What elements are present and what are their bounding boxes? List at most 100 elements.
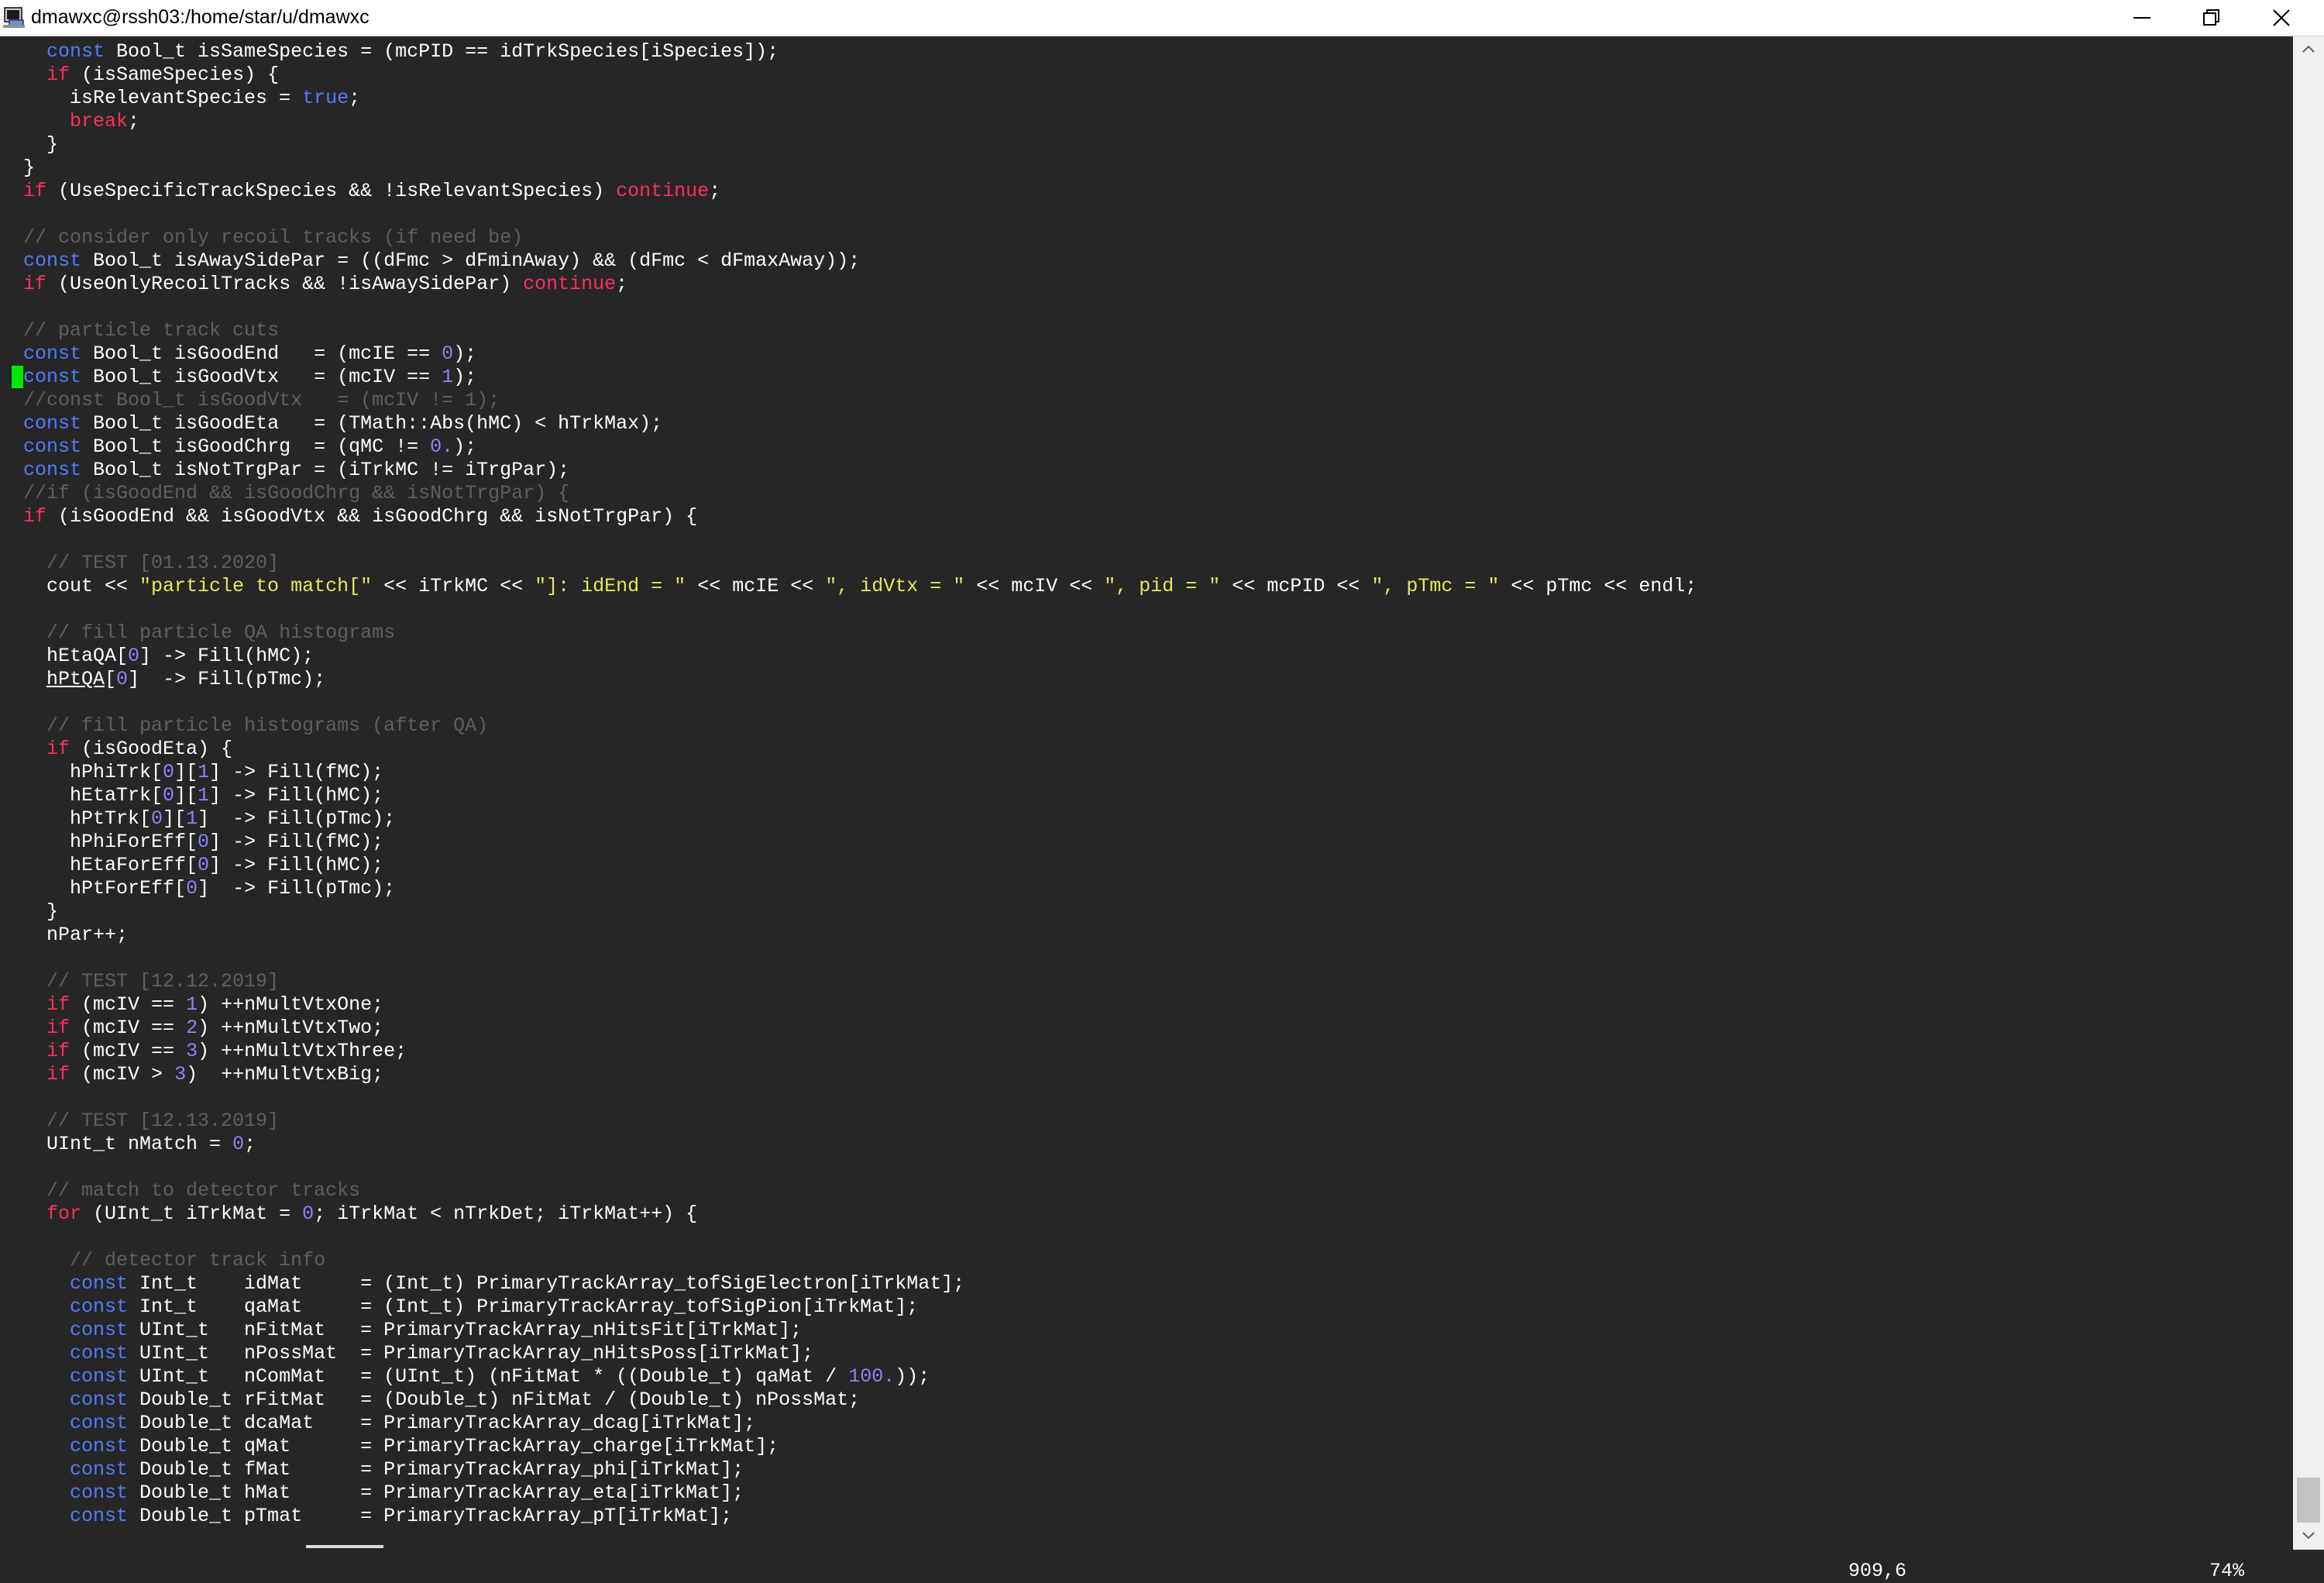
code-line[interactable]: const Bool_t isNotTrgPar = (iTrkMC != iT…: [0, 459, 1697, 482]
code-line[interactable]: break;: [0, 110, 1697, 133]
code-line[interactable]: const UInt_t nComMat = (UInt_t) (nFitMat…: [0, 1365, 1697, 1389]
control-keyword: if: [23, 505, 47, 528]
code-text: ;: [128, 110, 140, 132]
code-line[interactable]: const Bool_t isGoodEta = (TMath::Abs(hMC…: [0, 412, 1697, 435]
close-button[interactable]: [2247, 0, 2316, 36]
vertical-scrollbar[interactable]: [2293, 36, 2324, 1550]
code-line[interactable]: // consider only recoil tracks (if need …: [0, 226, 1697, 249]
code-line[interactable]: for (UInt_t iTrkMat = 0; iTrkMat < nTrkD…: [0, 1203, 1697, 1226]
code-line[interactable]: isRelevantSpecies = true;: [0, 87, 1697, 110]
code-line[interactable]: // particle track cuts: [0, 319, 1697, 342]
scroll-down-button[interactable]: [2293, 1523, 2324, 1550]
code-line[interactable]: const UInt_t nPossMat = PrimaryTrackArra…: [0, 1342, 1697, 1365]
code-line[interactable]: hPtQA[0] -> Fill(pTmc);: [0, 668, 1697, 691]
code-line[interactable]: const Double_t fMat = PrimaryTrackArray_…: [0, 1458, 1697, 1481]
code-line[interactable]: // fill particle histograms (after QA): [0, 714, 1697, 738]
code-text: ) ++nMultVtxThree;: [198, 1040, 407, 1062]
number-literal: 0.: [430, 435, 454, 458]
code-line[interactable]: [0, 203, 1697, 226]
code-line[interactable]: const Bool_t isGoodChrg = (qMC != 0.);: [0, 435, 1697, 459]
code-text: ));: [895, 1365, 930, 1388]
code-line[interactable]: hEtaForEff[0] -> Fill(hMC);: [0, 854, 1697, 877]
code-line[interactable]: const Bool_t isGoodEnd = (mcIE == 0);: [0, 342, 1697, 366]
keyword: const: [23, 459, 82, 481]
code-line[interactable]: // detector track info: [0, 1249, 1697, 1272]
scroll-thumb[interactable]: [2297, 1478, 2320, 1523]
code-line[interactable]: }: [0, 157, 1697, 180]
terminal-icon[interactable]: [3, 5, 26, 29]
code-line[interactable]: [0, 1086, 1697, 1110]
code-line[interactable]: if (isSameSpecies) {: [0, 64, 1697, 87]
code-text: ][: [163, 807, 187, 830]
code-line[interactable]: const Double_t qMat = PrimaryTrackArray_…: [0, 1435, 1697, 1458]
code-text: ;: [349, 87, 361, 109]
code-line[interactable]: const Double_t hMat = PrimaryTrackArray_…: [0, 1481, 1697, 1505]
code-line[interactable]: //if (isGoodEnd && isGoodChrg && isNotTr…: [0, 482, 1697, 505]
code-line[interactable]: //const Bool_t isGoodVtx = (mcIV != 1);: [0, 389, 1697, 412]
code-line[interactable]: // fill particle QA histograms: [0, 621, 1697, 645]
code-line[interactable]: // TEST [01.13.2020]: [0, 552, 1697, 575]
code-text: Double_t hMat = PrimaryTrackArray_eta[iT…: [128, 1481, 744, 1504]
code-line[interactable]: [0, 598, 1697, 621]
code-line[interactable]: [0, 1156, 1697, 1179]
code-editor[interactable]: const Bool_t isSameSpecies = (mcPID == i…: [0, 40, 1697, 1528]
keyword: const: [70, 1389, 129, 1411]
code-line[interactable]: const Bool_t isGoodVtx = (mcIV == 1);: [0, 366, 1697, 389]
code-line[interactable]: const Double_t rFitMat = (Double_t) nFit…: [0, 1389, 1697, 1412]
code-line[interactable]: [0, 1226, 1697, 1249]
code-line[interactable]: // TEST [12.13.2019]: [0, 1110, 1697, 1133]
code-line[interactable]: [0, 296, 1697, 319]
code-line[interactable]: hPtTrk[0][1] -> Fill(pTmc);: [0, 807, 1697, 831]
minimize-icon: [2133, 9, 2150, 26]
scroll-up-arrow-icon: [2302, 43, 2315, 57]
code-line[interactable]: UInt_t nMatch = 0;: [0, 1133, 1697, 1156]
code-line[interactable]: // TEST [12.12.2019]: [0, 970, 1697, 993]
code-line[interactable]: }: [0, 900, 1697, 924]
code-line[interactable]: if (mcIV == 2) ++nMultVtxTwo;: [0, 1017, 1697, 1040]
code-line[interactable]: [0, 947, 1697, 970]
code-line[interactable]: // match to detector tracks: [0, 1179, 1697, 1203]
code-line[interactable]: const Int_t qaMat = (Int_t) PrimaryTrack…: [0, 1296, 1697, 1319]
code-text: << iTrkMC <<: [372, 575, 535, 597]
code-line[interactable]: const Double_t dcaMat = PrimaryTrackArra…: [0, 1412, 1697, 1435]
code-line[interactable]: if (isGoodEta) {: [0, 738, 1697, 761]
code-line[interactable]: if (mcIV == 1) ++nMultVtxOne;: [0, 993, 1697, 1017]
title-bar[interactable]: dmawxc@rssh03:/home/star/u/dmawxc: [0, 0, 2324, 36]
code-text: (mcIV ==: [70, 993, 187, 1016]
terminal-area[interactable]: const Bool_t isSameSpecies = (mcPID == i…: [0, 36, 2293, 1582]
code-line[interactable]: hPhiTrk[0][1] -> Fill(fMC);: [0, 761, 1697, 784]
comment: // match to detector tracks: [46, 1179, 361, 1202]
code-text: (UseOnlyRecoilTracks && !isAwaySidePar): [46, 273, 524, 295]
restore-icon: [2203, 9, 2220, 26]
code-line[interactable]: if (mcIV == 3) ++nMultVtxThree;: [0, 1040, 1697, 1063]
code-line[interactable]: if (UseOnlyRecoilTracks && !isAwaySidePa…: [0, 273, 1697, 296]
code-line[interactable]: const UInt_t nFitMat = PrimaryTrackArray…: [0, 1319, 1697, 1342]
code-line[interactable]: const Int_t idMat = (Int_t) PrimaryTrack…: [0, 1272, 1697, 1296]
code-line[interactable]: const Bool_t isAwaySidePar = ((dFmc > dF…: [0, 249, 1697, 273]
code-line[interactable]: if (UseSpecificTrackSpecies && !isReleva…: [0, 180, 1697, 203]
restore-button[interactable]: [2177, 0, 2247, 36]
code-line[interactable]: nPar++;: [0, 924, 1697, 947]
code-line[interactable]: hPtForEff[0] -> Fill(pTmc);: [0, 877, 1697, 900]
code-text: UInt_t nMatch =: [0, 1133, 233, 1155]
minimize-button[interactable]: [2107, 0, 2177, 36]
code-line[interactable]: const Double_t pTmat = PrimaryTrackArray…: [0, 1505, 1697, 1528]
code-line[interactable]: const Bool_t isSameSpecies = (mcPID == i…: [0, 40, 1697, 64]
code-line[interactable]: cout << "particle to match[" << iTrkMC <…: [0, 575, 1697, 598]
code-line[interactable]: }: [0, 133, 1697, 157]
code-line[interactable]: hPhiForEff[0] -> Fill(fMC);: [0, 831, 1697, 854]
code-line[interactable]: [0, 691, 1697, 714]
scroll-up-button[interactable]: [2293, 36, 2324, 63]
code-line[interactable]: [0, 528, 1697, 552]
keyword: const: [70, 1412, 129, 1434]
code-line[interactable]: hEtaTrk[0][1] -> Fill(hMC);: [0, 784, 1697, 807]
code-line[interactable]: hEtaQA[0] -> Fill(hMC);: [0, 645, 1697, 668]
code-line[interactable]: if (isGoodEnd && isGoodVtx && isGoodChrg…: [0, 505, 1697, 528]
keyword: const: [70, 1342, 129, 1364]
code-line[interactable]: if (mcIV > 3) ++nMultVtxBig;: [0, 1063, 1697, 1086]
